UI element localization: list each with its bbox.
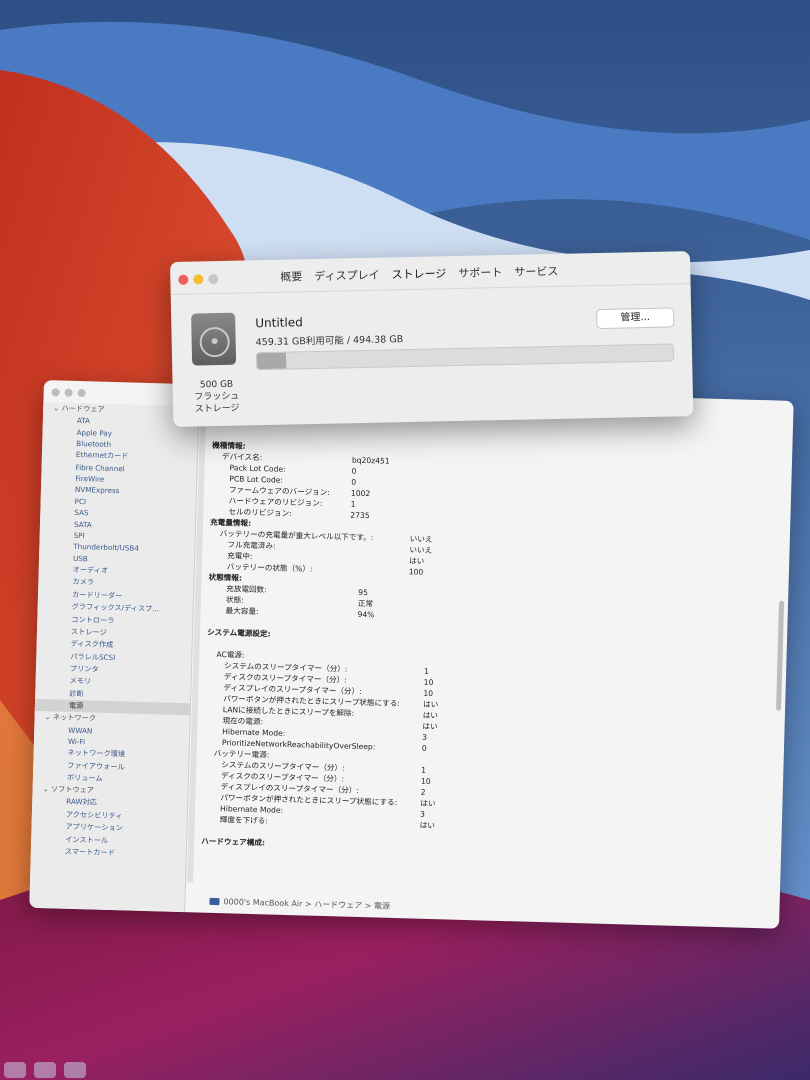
laptop-icon (209, 897, 220, 906)
sidebar-group-label: ネットワーク (52, 712, 97, 723)
storage-usage-fill (256, 352, 287, 370)
detail-value: 10 (423, 677, 434, 687)
tab-support[interactable]: サポート (458, 264, 502, 281)
disk-label: 500 GB フラッシュ ストレージ (186, 378, 247, 415)
window-controls (51, 388, 86, 398)
detail-value: いいえ (409, 545, 433, 555)
volume-name: Untitled (255, 315, 303, 331)
dock-partial (0, 1060, 120, 1080)
detail-value: はい (422, 721, 438, 732)
detail-key: 機種情報: (212, 440, 246, 451)
detail-value: 0 (351, 466, 357, 476)
path-bar: 0000's MacBook Air > ハードウェア > 電源 (209, 896, 390, 912)
detail-value: 3 (419, 809, 425, 819)
detail-value: 10 (420, 776, 431, 786)
detail-value: 1 (423, 666, 429, 676)
minimize-button[interactable] (193, 274, 204, 285)
detail-value: 10 (423, 688, 434, 698)
disk-type-line-2: ストレージ (194, 403, 240, 415)
minimize-button[interactable] (64, 388, 73, 397)
manage-button[interactable]: 管理... (596, 307, 675, 330)
detail-value: 0 (421, 743, 427, 753)
system-information-window: ⌄ ハードウェア ATA Apple Pay Bluetooth Ethernetカー… (29, 380, 794, 929)
tab-overview[interactable]: 概要 (280, 268, 302, 284)
detail-value: はい (419, 820, 436, 831)
detail-value: はい (422, 699, 439, 710)
detail-value: 94% (357, 609, 375, 620)
sidebar-group-label: ハードウェア (61, 403, 105, 414)
tab-service[interactable]: サービス (514, 263, 558, 280)
dock-app-icon[interactable] (34, 1062, 56, 1078)
volume-usage: 459.31 GB利用可能 / 494.38 GB (255, 334, 404, 349)
detail-value: 2735 (350, 510, 370, 521)
detail-key: ハードウェア構成: (201, 836, 266, 848)
detail-value: 2 (420, 787, 426, 797)
zoom-button[interactable] (77, 388, 86, 398)
sidebar: ⌄ ハードウェア ATA Apple Pay Bluetooth Ethernetカー… (29, 401, 200, 913)
close-button[interactable] (178, 274, 189, 285)
sidebar-group-label: ソフトウェア (50, 784, 95, 795)
detail-value: いいえ (409, 534, 433, 544)
detail-pane: 機種情報: デバイス名: bq20z451 Pack Lot Code: 0 PCB Lo… (200, 440, 782, 899)
tab-displays[interactable]: ディスプレイ (314, 267, 380, 284)
detail-value: 1002 (350, 488, 371, 499)
about-this-mac-window: 概要 ディスプレイ ストレージ サポート サービス 500 GB フラッシュ ス… (170, 251, 694, 427)
path-bar-text: 0000's MacBook Air > ハードウェア > 電源 (223, 897, 391, 911)
detail-value: 1 (421, 765, 427, 775)
dock-app-icon[interactable] (4, 1062, 26, 1078)
window-controls (178, 273, 219, 285)
detail-value: はい (420, 798, 436, 809)
zoom-button[interactable] (208, 273, 219, 285)
close-button[interactable] (51, 388, 60, 397)
detail-value: はい (422, 710, 439, 721)
hard-disk-icon (191, 312, 237, 366)
detail-value: 0 (351, 477, 357, 487)
tab-storage[interactable]: ストレージ (391, 265, 446, 282)
detail-value: 95 (358, 587, 368, 598)
detail-value: 3 (422, 732, 428, 742)
detail-value: 100 (408, 567, 424, 577)
dock-app-icon[interactable] (64, 1062, 86, 1078)
tab-bar: 概要 ディスプレイ ストレージ サポート サービス (280, 263, 558, 285)
detail-value: 1 (350, 499, 356, 509)
detail-value: 正常 (357, 598, 374, 609)
detail-value: はい (408, 556, 425, 566)
storage-usage-bar (255, 343, 675, 371)
